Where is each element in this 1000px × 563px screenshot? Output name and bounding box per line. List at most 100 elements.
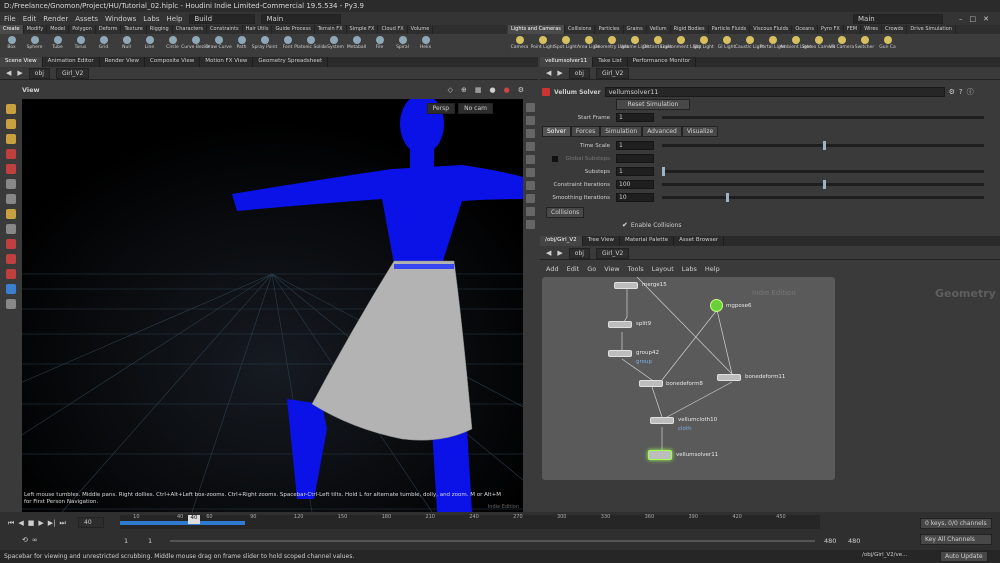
forward-icon[interactable]: ▶: [557, 69, 562, 77]
menu-help[interactable]: Help: [167, 15, 183, 23]
shelf-tool[interactable]: Stereo Camera: [802, 34, 835, 56]
tab-geometry-spreadsheet[interactable]: Geometry Spreadsheet: [253, 57, 329, 67]
tab-render-view[interactable]: Render View: [100, 57, 146, 67]
snap-tool-icon[interactable]: [6, 269, 16, 279]
start-frame-readout[interactable]: 1: [124, 537, 128, 545]
gear-icon[interactable]: ⚙: [949, 88, 955, 96]
settings-icon[interactable]: ⚙: [518, 86, 524, 94]
shelf-tab[interactable]: Characters: [173, 25, 208, 34]
tab-take-list[interactable]: Take List: [593, 57, 628, 67]
tab-animation-editor[interactable]: Animation Editor: [43, 57, 100, 67]
network-menu-layout[interactable]: Layout: [652, 265, 674, 273]
shelf-tab[interactable]: Vellum: [647, 25, 671, 34]
shelf-tool[interactable]: Helix: [414, 34, 437, 56]
menu-file[interactable]: File: [4, 15, 16, 23]
shelf-tab[interactable]: Terrain FX: [315, 25, 347, 34]
shelf-tab[interactable]: Grains: [624, 25, 647, 34]
display-option-icon[interactable]: [526, 220, 535, 229]
shelf-tab[interactable]: Create: [0, 25, 24, 34]
display-option-icon[interactable]: [526, 155, 535, 164]
brush-tool-icon[interactable]: [6, 209, 16, 219]
shelf-tool[interactable]: Point Light: [531, 34, 554, 56]
view-tool-icon[interactable]: [6, 194, 16, 204]
tab-collisions[interactable]: Collisions: [546, 207, 585, 218]
shelf-tab[interactable]: Volume: [408, 25, 434, 34]
perspective-dropdown[interactable]: Persp: [426, 103, 456, 114]
shelf-tool[interactable]: VR Camera: [829, 34, 854, 56]
info-icon[interactable]: ⓘ: [967, 87, 974, 97]
shelf-tool[interactable]: Curve Bezier: [181, 34, 210, 56]
record-icon[interactable]: ●: [504, 86, 510, 94]
shelf-tool[interactable]: Spot Light: [554, 34, 577, 56]
node-bonedeform8[interactable]: [639, 380, 663, 387]
network-menu-add[interactable]: Add: [546, 265, 559, 273]
build-dropdown[interactable]: Build: [189, 13, 256, 24]
shelf-tab[interactable]: Pyro FX: [818, 25, 844, 34]
paint-tool-icon[interactable]: [6, 254, 16, 264]
light-tool-icon[interactable]: [6, 299, 16, 309]
path-obj[interactable]: obj: [568, 247, 590, 259]
slider-handle[interactable]: [662, 167, 665, 176]
stop-icon[interactable]: ■: [28, 519, 35, 528]
help-icon[interactable]: ?: [959, 88, 963, 96]
tab-motion-fx-view[interactable]: Motion FX View: [200, 57, 254, 67]
forward-icon[interactable]: ▶: [17, 69, 22, 77]
parm-slider[interactable]: [662, 141, 984, 150]
display-option-icon[interactable]: [526, 207, 535, 216]
shelf-tool[interactable]: Torus: [69, 34, 92, 56]
shelf-tab[interactable]: Drive Simulation: [907, 25, 956, 34]
camera-dropdown[interactable]: No cam: [458, 103, 493, 114]
node-bonedeform11[interactable]: [717, 374, 741, 381]
forward-icon[interactable]: ▶: [557, 249, 562, 257]
network-menu-tools[interactable]: Tools: [628, 265, 644, 273]
shelf-tool[interactable]: L-System: [322, 34, 345, 56]
move-tool-icon[interactable]: [6, 119, 16, 129]
tab-material-palette[interactable]: Material Palette: [620, 236, 675, 246]
loop-icon[interactable]: ∞: [32, 536, 38, 544]
display-option-icon[interactable]: [526, 116, 535, 125]
camera-tool-icon[interactable]: [6, 284, 16, 294]
display-option-icon[interactable]: [526, 194, 535, 203]
shelf-tool[interactable]: Line: [138, 34, 161, 56]
shelf-tool[interactable]: Spray Paint: [252, 34, 277, 56]
tab-asset-browser[interactable]: Asset Browser: [674, 236, 725, 246]
shelf-tab[interactable]: Texture: [121, 25, 147, 34]
desktop-dropdown-right[interactable]: Main: [853, 13, 943, 24]
select-tool-icon[interactable]: [6, 104, 16, 114]
path-obj[interactable]: obj: [568, 67, 590, 79]
node-vellumcloth10[interactable]: [650, 417, 674, 424]
parm-slider[interactable]: [662, 193, 984, 202]
tab-tree-view[interactable]: Tree View: [583, 236, 620, 246]
shelf-tab[interactable]: Polygon: [69, 25, 96, 34]
shelf-tab[interactable]: Deform: [96, 25, 122, 34]
node-vellumsolver11[interactable]: [648, 450, 672, 460]
back-icon[interactable]: ◀: [6, 69, 11, 77]
realtime-icon[interactable]: ⟲: [22, 536, 28, 544]
shelf-tool[interactable]: Camera: [508, 34, 531, 56]
shelf-tool[interactable]: Sphere: [23, 34, 46, 56]
key-all-channels-button[interactable]: Key All Channels: [920, 534, 992, 545]
end-frame-readout-2[interactable]: 480: [848, 537, 860, 545]
network-canvas[interactable]: Indie Edition merge15 split9 group42 gro…: [542, 277, 835, 480]
play-backward-icon[interactable]: ◀: [18, 519, 23, 528]
tab-network[interactable]: /obj/Girl_V2: [540, 236, 583, 246]
display-icon[interactable]: ▦: [475, 86, 482, 94]
parm-field[interactable]: 1: [616, 167, 654, 176]
tab-performance-monitor[interactable]: Performance Monitor: [628, 57, 697, 67]
back-icon[interactable]: ◀: [546, 249, 551, 257]
maximize-icon[interactable]: □: [970, 15, 977, 23]
current-frame-field[interactable]: 40: [78, 517, 104, 528]
reset-simulation-button[interactable]: Reset Simulation: [616, 99, 690, 110]
start-frame-slider[interactable]: [662, 116, 984, 119]
shelf-tab[interactable]: Model: [47, 25, 70, 34]
node-merge15[interactable]: [614, 282, 638, 289]
tab-composite-view[interactable]: Composite View: [145, 57, 201, 67]
slider-handle[interactable]: [823, 180, 826, 189]
node-split9[interactable]: [608, 321, 632, 328]
shelf-tool[interactable]: File: [368, 34, 391, 56]
tab-solver[interactable]: Solver: [542, 126, 571, 137]
step-forward-icon[interactable]: ▶|: [48, 519, 56, 528]
auto-update-button[interactable]: Auto Update: [940, 551, 988, 562]
menu-labs[interactable]: Labs: [143, 15, 159, 23]
shelf-tab[interactable]: Crowds: [882, 25, 908, 34]
